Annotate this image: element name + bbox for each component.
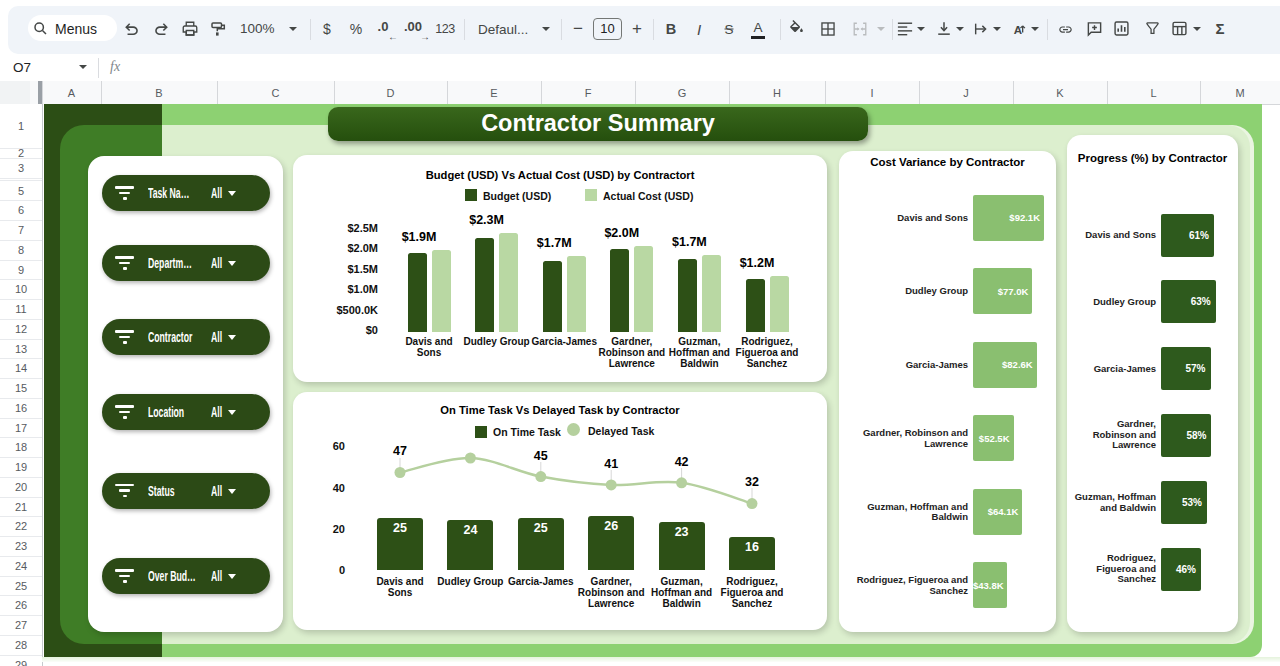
svg-text:A: A	[1014, 24, 1023, 36]
